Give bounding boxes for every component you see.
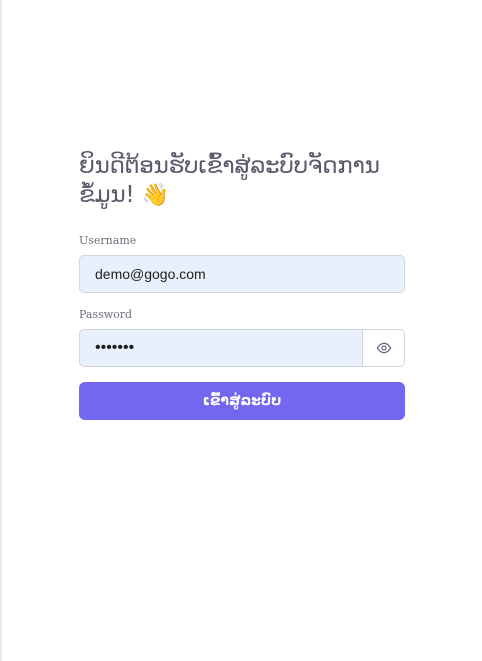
username-input[interactable] [80,256,404,292]
username-label: Username [79,234,137,247]
password-field [79,329,405,367]
username-field [79,255,405,293]
welcome-title: ຍິນດີຕ້ອນຮັບເຂົ້າສູ່ລະບົບຈັດການຂໍ້ມູນ! 👋 [79,152,405,210]
page-left-border [0,0,2,661]
eye-icon [376,342,391,354]
welcome-title-text: ຍິນດີຕ້ອນຮັບເຂົ້າສູ່ລະບົບຈັດການຂໍ້ມູນ! [79,153,380,208]
login-form: ຍິນດີຕ້ອນຮັບເຂົ້າສູ່ລະບົບຈັດການຂໍ້ມູນ! 👋… [79,152,405,420]
waving-hand-icon: 👋 [141,183,169,208]
password-input[interactable] [80,330,362,366]
password-visibility-toggle[interactable] [362,330,404,366]
login-button[interactable]: ເຂົ້າສູ່ລະບົບ [79,382,405,420]
password-label: Password [79,308,133,321]
